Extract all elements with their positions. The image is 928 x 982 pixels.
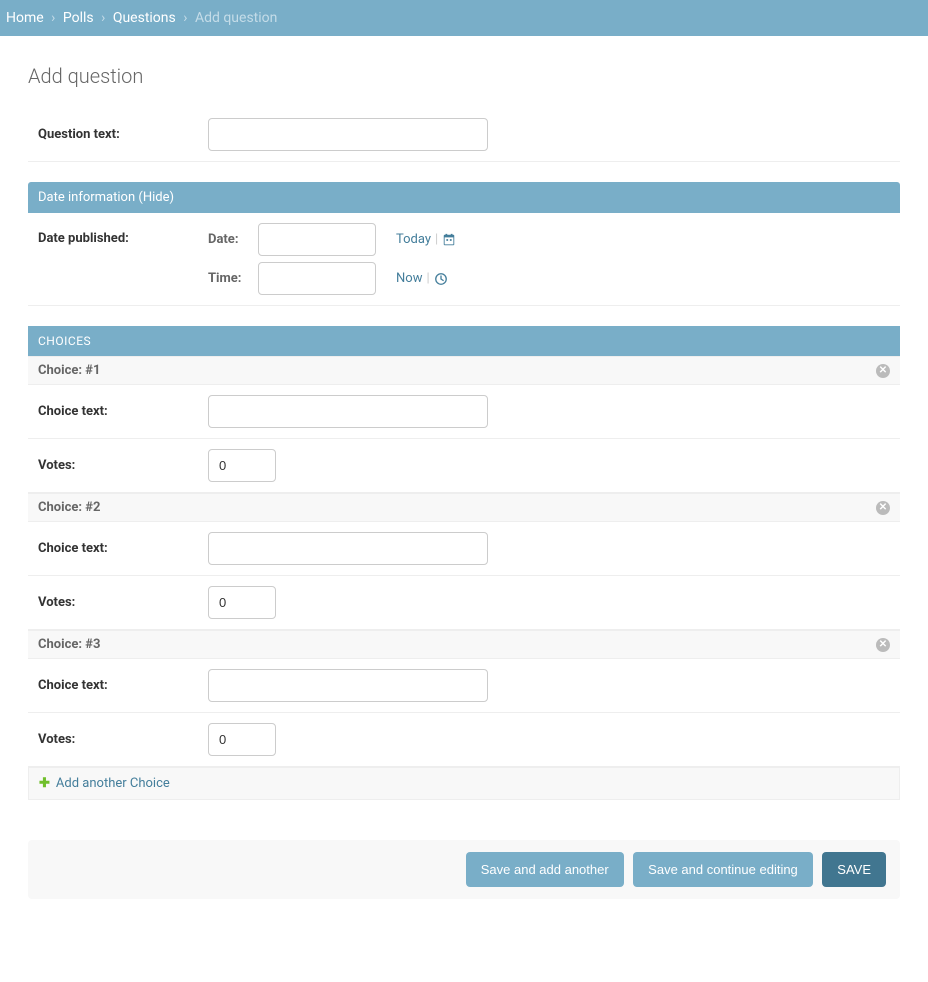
breadcrumb-separator: › — [47, 10, 59, 26]
date-published-row: Date published: Date: Today | Time: — [28, 213, 900, 306]
choice-text-input[interactable] — [208, 395, 488, 428]
choice-text-label: Choice text: — [38, 404, 208, 419]
choice-header: Choice: #3 ✕ — [28, 630, 900, 659]
choice-votes-input[interactable] — [208, 586, 276, 619]
choice-item: Choice: #2 ✕ Choice text: Votes: — [28, 493, 900, 630]
breadcrumb: Home › Polls › Questions › Add question — [0, 0, 928, 36]
date-sublabel: Date: — [208, 232, 248, 247]
choices-module: CHOICES Choice: #1 ✕ Choice text: Votes:… — [28, 326, 900, 800]
choice-text-row: Choice text: — [28, 659, 900, 713]
now-link[interactable]: Now — [396, 271, 422, 286]
choice-votes-input[interactable] — [208, 449, 276, 482]
question-module: Question text: — [28, 108, 900, 162]
question-text-row: Question text: — [28, 108, 900, 162]
delete-choice-icon[interactable]: ✕ — [876, 638, 890, 652]
time-line: Time: Now | — [208, 262, 456, 295]
date-input[interactable] — [258, 223, 376, 256]
date-line: Date: Today | — [208, 223, 456, 256]
choice-votes-row: Votes: — [28, 713, 900, 767]
clock-icon[interactable] — [434, 272, 448, 286]
date-info-hide-link[interactable]: (Hide) — [138, 190, 174, 205]
choices-heading: CHOICES — [28, 326, 900, 356]
choice-text-row: Choice text: — [28, 522, 900, 576]
question-text-label: Question text: — [38, 127, 208, 142]
choice-votes-row: Votes: — [28, 439, 900, 493]
shortcut-divider: | — [426, 271, 429, 286]
question-text-input[interactable] — [208, 118, 488, 151]
date-info-heading-text: Date information — [38, 190, 135, 205]
choice-votes-label: Votes: — [38, 458, 208, 473]
time-sublabel: Time: — [208, 271, 248, 286]
choice-text-label: Choice text: — [38, 678, 208, 693]
delete-choice-icon[interactable]: ✕ — [876, 364, 890, 378]
time-input[interactable] — [258, 262, 376, 295]
choice-text-input[interactable] — [208, 669, 488, 702]
choice-header: Choice: #2 ✕ — [28, 493, 900, 522]
breadcrumb-current: Add question — [195, 10, 277, 26]
breadcrumb-questions[interactable]: Questions — [113, 10, 176, 26]
breadcrumb-polls[interactable]: Polls — [63, 10, 94, 26]
save-add-another-button[interactable]: Save and add another — [466, 852, 624, 887]
today-link[interactable]: Today — [396, 232, 431, 247]
choice-header-text: Choice: #1 — [38, 363, 100, 378]
choice-header-text: Choice: #2 — [38, 500, 100, 515]
choice-text-input[interactable] — [208, 532, 488, 565]
page-title: Add question — [28, 64, 900, 88]
date-info-heading: Date information (Hide) — [28, 182, 900, 213]
submit-row: Save and add another Save and continue e… — [28, 840, 900, 899]
choice-votes-row: Votes: — [28, 576, 900, 630]
calendar-icon[interactable] — [442, 233, 456, 247]
choice-header-text: Choice: #3 — [38, 637, 100, 652]
breadcrumb-separator: › — [97, 10, 109, 26]
save-continue-button[interactable]: Save and continue editing — [633, 852, 813, 887]
choice-votes-input[interactable] — [208, 723, 276, 756]
add-choice-label: Add another Choice — [56, 776, 170, 791]
choice-votes-label: Votes: — [38, 732, 208, 747]
choice-header: Choice: #1 ✕ — [28, 356, 900, 385]
breadcrumb-home[interactable]: Home — [6, 10, 44, 26]
shortcut-divider: | — [435, 232, 438, 247]
save-button[interactable]: SAVE — [822, 852, 886, 887]
choice-votes-label: Votes: — [38, 595, 208, 610]
add-choice-row: ✚ Add another Choice — [28, 767, 900, 800]
choice-text-label: Choice text: — [38, 541, 208, 556]
date-info-module: Date information (Hide) Date published: … — [28, 182, 900, 306]
choice-item: Choice: #1 ✕ Choice text: Votes: — [28, 356, 900, 493]
choice-item: Choice: #3 ✕ Choice text: Votes: — [28, 630, 900, 767]
breadcrumb-separator: › — [179, 10, 191, 26]
add-choice-link[interactable]: ✚ Add another Choice — [39, 776, 170, 791]
plus-icon: ✚ — [39, 776, 50, 791]
date-published-label: Date published: — [38, 223, 208, 246]
delete-choice-icon[interactable]: ✕ — [876, 501, 890, 515]
choice-text-row: Choice text: — [28, 385, 900, 439]
